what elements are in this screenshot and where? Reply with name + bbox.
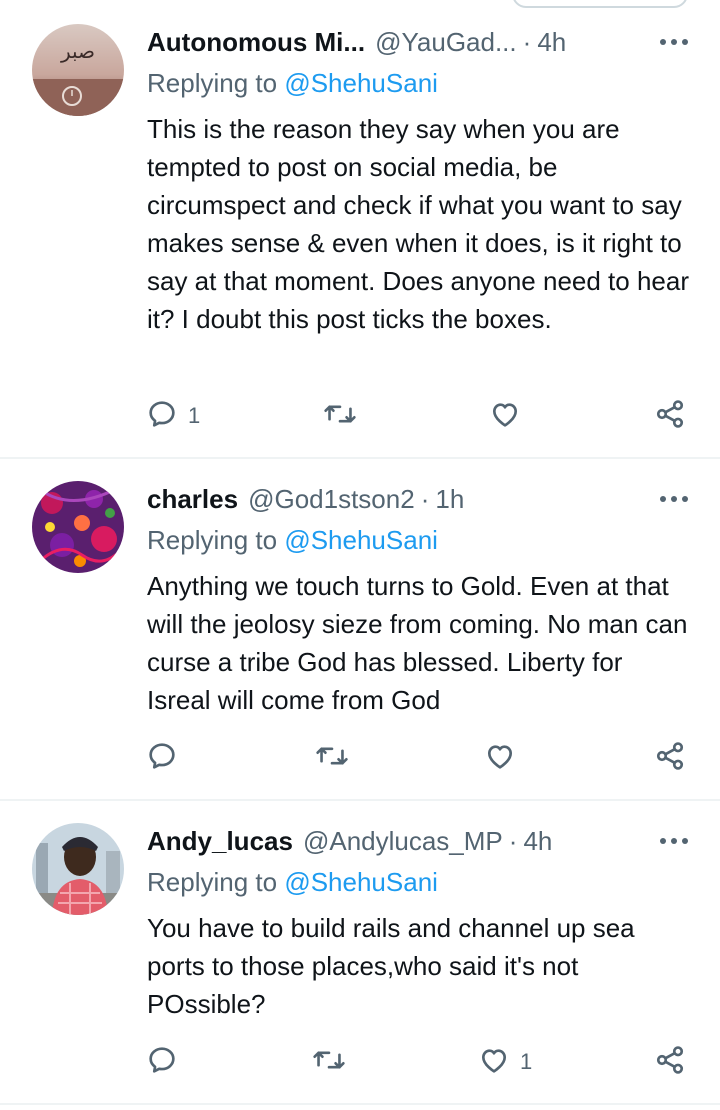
tweet-header: charles @God1stson2 · 1h [147,481,692,517]
like-button[interactable] [489,396,531,436]
action-bar: 1 [0,1042,720,1082]
replying-to: Replying to @ShehuSani [147,68,438,99]
reply-button[interactable]: 1 [146,396,200,436]
reply-icon [146,740,178,777]
like-button[interactable]: 1 [478,1042,532,1082]
retweet-button[interactable] [312,1042,356,1082]
reply-count: 1 [188,403,201,428]
retweet-icon [315,740,349,777]
reply-tweet[interactable]: Andy_lucas @Andylucas_MP · 4h Replying t… [0,823,720,1093]
divider [0,1103,720,1105]
separator-dot: · [508,825,518,856]
share-icon [654,398,686,435]
like-icon [478,1044,510,1081]
more-icon[interactable] [656,481,692,517]
replying-to-label: Replying to [147,68,285,98]
user-handle[interactable]: @Andylucas_MP [303,826,503,857]
mention-link[interactable]: @ShehuSani [284,867,438,897]
display-name[interactable]: charles [147,484,238,515]
top-pill-button[interactable] [512,0,688,8]
action-bar [0,738,720,778]
like-button[interactable] [484,738,526,778]
share-button[interactable] [654,738,686,778]
action-bar: 1 [0,396,720,436]
display-name[interactable]: Autonomous Mi... [147,27,365,58]
tweet-header: Andy_lucas @Andylucas_MP · 4h [147,823,692,859]
like-count: 1 [520,1049,533,1074]
mention-link[interactable]: @ShehuSani [284,525,438,555]
separator-dot: · [420,483,430,514]
reply-icon [146,1044,178,1081]
more-icon[interactable] [656,24,692,60]
tweet-text: You have to build rails and channel up s… [147,913,635,1019]
reply-tweet[interactable]: صبر Autonomous Mi... @YauGad... · 4h Rep… [0,24,720,454]
retweet-icon [323,398,357,435]
reply-button[interactable] [146,738,188,778]
display-name[interactable]: Andy_lucas [147,826,293,857]
replying-to-label: Replying to [147,525,285,555]
share-button[interactable] [654,396,686,436]
timestamp[interactable]: 4h [523,826,552,857]
tweet-header: Autonomous Mi... @YauGad... · 4h [147,24,692,60]
retweet-button[interactable] [315,738,359,778]
like-icon [489,398,521,435]
retweet-icon [312,1044,346,1081]
reply-tweet[interactable]: charles @God1stson2 · 1h Replying to @Sh… [0,481,720,796]
separator-dot: · [522,26,532,57]
tweet-text: Anything we touch turns to Gold. Even at… [147,571,688,715]
reply-button[interactable] [146,1042,188,1082]
share-button[interactable] [654,1042,686,1082]
divider [0,457,720,459]
share-icon [654,1044,686,1081]
avatar[interactable] [32,481,124,573]
more-icon[interactable] [656,823,692,859]
reply-icon [146,398,178,435]
timestamp[interactable]: 4h [537,27,566,58]
divider [0,799,720,801]
timestamp[interactable]: 1h [435,484,464,515]
replying-to: Replying to @ShehuSani [147,525,438,556]
tweet-text: This is the reason they say when you are… [147,114,690,334]
avatar[interactable] [32,823,124,915]
replying-to: Replying to @ShehuSani [147,867,438,898]
replying-to-label: Replying to [147,867,285,897]
mention-link[interactable]: @ShehuSani [284,68,438,98]
user-handle[interactable]: @YauGad... [375,27,517,58]
share-icon [654,740,686,777]
like-icon [484,740,516,777]
user-handle[interactable]: @God1stson2 [248,484,415,515]
avatar[interactable]: صبر [32,24,124,116]
avatar-text: صبر [60,39,95,63]
retweet-button[interactable] [323,396,367,436]
